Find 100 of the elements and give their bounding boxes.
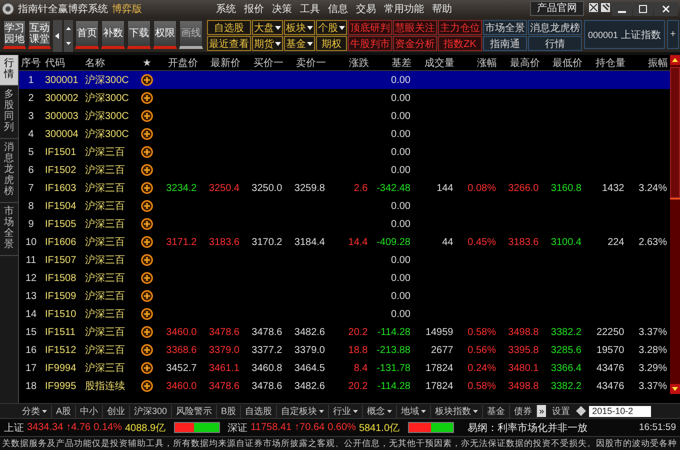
table-row[interactable]: 15 IF1511 沪深三百 3460.0 3478.6 3478.6 3482.6 20.2 -114.28 14959 0.58% 3498.8 3382.2 22250 3.37% bbox=[19, 323, 670, 341]
table-row[interactable]: 9 IF1505 沪深三百 0.00 bbox=[19, 215, 670, 233]
date-field[interactable]: 2015-10-2 bbox=[589, 406, 652, 416]
column-header[interactable]: 成交量 bbox=[414, 56, 456, 70]
column-header[interactable]: 买价一 bbox=[242, 56, 286, 70]
column-header[interactable]: 最高价 bbox=[499, 56, 542, 70]
column-header[interactable]: 名称 bbox=[83, 56, 137, 70]
column-header[interactable]: ★ bbox=[137, 56, 157, 68]
column-header[interactable]: 序号 bbox=[19, 56, 43, 70]
toolbar-button[interactable]: 慧眼关注 bbox=[393, 20, 437, 35]
column-header[interactable]: 代码 bbox=[43, 56, 83, 70]
toolbar-button[interactable]: 补数 bbox=[101, 20, 125, 49]
column-header[interactable]: 涨幅 bbox=[456, 56, 499, 70]
toolbar-button[interactable]: 自选股 bbox=[207, 20, 251, 35]
settings-button[interactable]: 设置 bbox=[546, 404, 576, 418]
table-row[interactable]: 11 IF1507 沪深三百 0.00 bbox=[19, 251, 670, 269]
add-circle-icon[interactable] bbox=[141, 146, 153, 158]
maximize-icon[interactable] bbox=[633, 2, 653, 16]
add-circle-icon[interactable] bbox=[141, 308, 153, 320]
side-tab[interactable]: 多股同列 bbox=[0, 86, 18, 139]
add-circle-icon[interactable] bbox=[141, 380, 153, 392]
column-header[interactable]: 开盘价 bbox=[157, 56, 200, 70]
menu-item[interactable]: 常用功能 bbox=[384, 2, 424, 16]
toolbar-button[interactable]: 权限 bbox=[153, 20, 177, 49]
add-circle-icon[interactable] bbox=[141, 290, 153, 302]
add-circle-icon[interactable] bbox=[141, 272, 153, 284]
dropdown-button[interactable]: 大盘 bbox=[252, 20, 283, 35]
side-tab[interactable]: 消息龙虎榜 bbox=[0, 139, 18, 203]
column-header[interactable]: 振幅 bbox=[627, 56, 670, 70]
column-header[interactable]: 涨跌 bbox=[328, 56, 371, 70]
add-circle-icon[interactable] bbox=[141, 74, 153, 86]
add-circle-icon[interactable] bbox=[141, 236, 153, 248]
table-row[interactable]: 16 IF1512 沪深三百 3368.6 3379.0 3377.2 3379.0 18.8 -213.88 2677 0.56% 3395.8 3285.6 19570 3.28% bbox=[19, 341, 670, 359]
scrollbar[interactable] bbox=[670, 55, 680, 394]
table-row[interactable]: 5 IF1501 沪深三百 0.00 bbox=[19, 143, 670, 161]
toolbar-button[interactable]: 学习园地 bbox=[3, 20, 26, 49]
column-header[interactable]: 基差 bbox=[370, 56, 414, 70]
minimize-icon[interactable] bbox=[612, 2, 632, 16]
toolbar-button[interactable]: 牛股判市 bbox=[348, 36, 392, 51]
toolbar-button[interactable]: 期权 bbox=[316, 36, 347, 51]
add-circle-icon[interactable] bbox=[141, 326, 153, 338]
table-row[interactable]: 7 IF1603 沪深三百 3234.2 3250.4 3250.0 3259.8 2.6 -342.48 144 0.08% 3266.0 3160.8 1432 3.24% bbox=[19, 179, 670, 197]
column-header[interactable]: 最低价 bbox=[542, 56, 584, 70]
menu-item[interactable]: 帮助 bbox=[432, 2, 452, 16]
table-row[interactable]: 6 IF1502 沪深三百 0.00 bbox=[19, 161, 670, 179]
toolbar-button[interactable]: 下载 bbox=[127, 20, 151, 49]
table-row[interactable]: 17 IF9994 沪深三百 3452.7 3461.1 3460.8 3464.5 8.4 -131.78 17824 0.24% 3480.1 3366.4 43476 3.29% bbox=[19, 359, 670, 377]
table-row[interactable]: 10 IF1606 沪深三百 3171.2 3183.6 3170.2 3184.4 14.4 -409.28 44 0.45% 3183.6 3100.4 224 2.63% bbox=[19, 233, 670, 251]
dropdown-button[interactable]: 期货 bbox=[252, 36, 283, 51]
table-row[interactable]: 2 300002 沪深300C 0.00 bbox=[19, 89, 670, 107]
menu-item[interactable]: 决策 bbox=[272, 2, 292, 16]
column-header[interactable]: 卖价一 bbox=[285, 56, 328, 70]
menu-item[interactable]: 系统 bbox=[216, 2, 236, 16]
selected-table-row[interactable]: 1 300001 沪深300C 0.00 bbox=[19, 71, 670, 89]
dropdown-button[interactable]: 基金 bbox=[284, 36, 315, 51]
toolbar-button[interactable]: 顶底研判 bbox=[348, 20, 392, 35]
toolbar-button[interactable]: 互动课堂 bbox=[28, 20, 51, 49]
menu-item[interactable]: 报价 bbox=[244, 2, 264, 16]
add-circle-icon[interactable] bbox=[141, 110, 153, 122]
dropdown-button[interactable]: 板块 bbox=[284, 20, 315, 35]
news-ticker[interactable]: 易纲：利率市场化并非一放 bbox=[468, 420, 588, 434]
dropdown-button[interactable]: 个股 bbox=[316, 20, 347, 35]
add-circle-icon[interactable] bbox=[141, 344, 153, 356]
table-row[interactable]: 3 300003 沪深300C 0.00 bbox=[19, 107, 670, 125]
toolbar-button[interactable]: 市场全景 bbox=[483, 20, 527, 35]
table-row[interactable]: 18 IF9995 股指连续 3460.0 3478.6 3478.6 3482.6 20.2 -114.28 17824 0.58% 3498.8 3382.2 43476 3.37% bbox=[19, 377, 670, 395]
menu-item[interactable]: 工具 bbox=[300, 2, 320, 16]
add-circle-icon[interactable] bbox=[141, 128, 153, 140]
table-row[interactable]: 13 IF1509 沪深三百 0.00 bbox=[19, 287, 670, 305]
menu-item[interactable]: 信息 bbox=[328, 2, 348, 16]
toolbar-button[interactable]: 最近查看 bbox=[207, 36, 251, 51]
toolbar-button[interactable]: 指南通 bbox=[483, 36, 527, 51]
table-row[interactable]: 12 IF1508 沪深三百 0.00 bbox=[19, 269, 670, 287]
column-header[interactable]: 最新价 bbox=[200, 56, 242, 70]
add-circle-icon[interactable] bbox=[141, 92, 153, 104]
toolbar-button[interactable]: 主力仓位 bbox=[438, 20, 482, 35]
side-tab[interactable]: 行情 bbox=[0, 55, 18, 86]
add-circle-icon[interactable] bbox=[141, 200, 153, 212]
up-down-arrows-icon[interactable] bbox=[64, 20, 73, 52]
add-button[interactable]: + bbox=[667, 20, 679, 49]
add-circle-icon[interactable] bbox=[141, 362, 153, 374]
toolbar-button[interactable]: 指数ZK bbox=[438, 36, 482, 51]
index-selector[interactable]: 000001 上证指数 bbox=[584, 20, 666, 49]
table-row[interactable]: 14 IF1510 沪深三百 0.00 bbox=[19, 305, 670, 323]
add-circle-icon[interactable] bbox=[141, 182, 153, 194]
more-button[interactable]: » bbox=[537, 405, 546, 417]
toolbar-button[interactable]: 画线 bbox=[179, 20, 203, 49]
column-header[interactable]: 持仓量 bbox=[584, 56, 628, 70]
website-button[interactable]: 产品官网 bbox=[530, 1, 584, 16]
add-circle-icon[interactable] bbox=[141, 164, 153, 176]
add-circle-icon[interactable] bbox=[141, 254, 153, 266]
menu-item[interactable]: 交易 bbox=[356, 2, 376, 16]
close-icon[interactable] bbox=[654, 2, 678, 16]
toolbar-button[interactable]: 资金分析 bbox=[393, 36, 437, 51]
diamond-icon[interactable] bbox=[576, 406, 586, 416]
side-tab[interactable]: 市场全景 bbox=[0, 203, 18, 256]
toolbar-button[interactable]: 首页 bbox=[75, 20, 99, 49]
table-row[interactable]: 4 300004 沪深300C 0.00 bbox=[19, 125, 670, 143]
add-circle-icon[interactable] bbox=[141, 218, 153, 230]
toolbar-button[interactable]: 消息龙虎榜 bbox=[528, 20, 582, 35]
